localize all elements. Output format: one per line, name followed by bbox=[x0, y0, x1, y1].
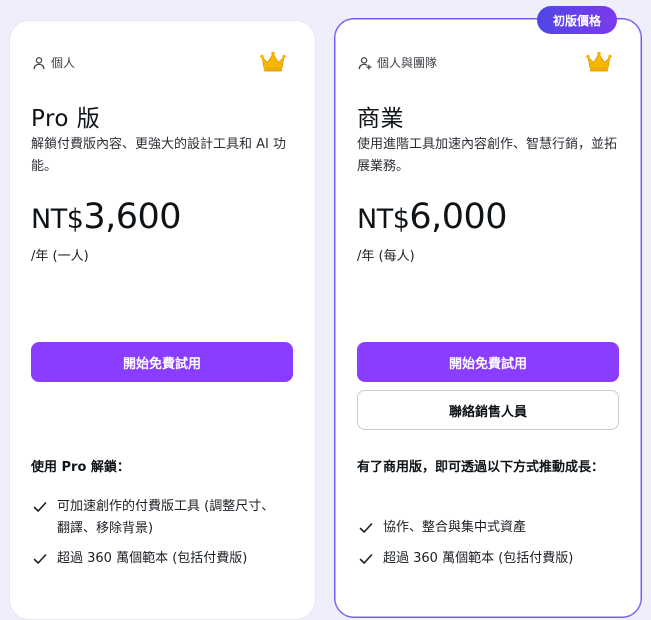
pro-price-period: /年 (一人) bbox=[31, 249, 89, 264]
business-price: NT$ 6,000 bbox=[357, 197, 508, 237]
business-feature-text: 協作、整合與集中式資產 bbox=[383, 520, 527, 535]
pro-plan-type: 個人 bbox=[32, 54, 75, 71]
check-icon bbox=[33, 502, 47, 512]
launch-price-badge: 初版價格 bbox=[537, 6, 617, 34]
business-plan-name: 商業 bbox=[357, 106, 404, 132]
business-price-period: /年 (每人) bbox=[357, 249, 415, 264]
pro-features-title: 使用 Pro 解鎖： bbox=[31, 460, 130, 475]
person-add-icon bbox=[358, 56, 372, 70]
business-plan-type-label: 個人與團隊 bbox=[377, 56, 438, 70]
business-feature-item: 協作、整合與集中式資產 bbox=[359, 517, 609, 539]
business-plan-type: 個人與團隊 bbox=[358, 54, 437, 71]
pro-feature-text: 可加速創作的付費版工具 (調整尺寸、翻譯、移除背景) bbox=[57, 499, 275, 536]
pro-plan-name: Pro 版 bbox=[31, 106, 101, 132]
business-price-amount: 6,000 bbox=[409, 197, 508, 237]
pro-price-amount: 3,600 bbox=[83, 197, 182, 237]
check-icon bbox=[359, 523, 373, 533]
pro-price-currency: NT$ bbox=[31, 204, 84, 235]
pro-feature-item: 超過 360 萬個範本 (包括付費版) bbox=[33, 548, 283, 570]
business-feature-text: 超過 360 萬個範本 (包括付費版) bbox=[383, 551, 574, 566]
check-icon bbox=[359, 554, 373, 564]
business-feature-item: 超過 360 萬個範本 (包括付費版) bbox=[359, 548, 609, 570]
business-price-currency: NT$ bbox=[357, 204, 410, 235]
pro-price: NT$ 3,600 bbox=[31, 197, 182, 237]
business-features-title: 有了商用版，即可透過以下方式推動成長： bbox=[357, 460, 605, 475]
contact-sales-button[interactable]: 聯絡銷售人員 bbox=[357, 390, 619, 430]
pro-feature-text: 超過 360 萬個範本 (包括付費版) bbox=[57, 551, 248, 566]
person-icon bbox=[33, 56, 45, 69]
pro-start-trial-button[interactable]: 開始免費試用 bbox=[31, 342, 293, 382]
crown-icon bbox=[260, 51, 286, 72]
pro-plan-type-label: 個人 bbox=[51, 56, 76, 70]
pro-feature-item: 可加速創作的付費版工具 (調整尺寸、翻譯、移除背景) bbox=[33, 496, 283, 540]
business-plan-description: 使用進階工具加速內容創作、智慧行銷，並拓展業務。 bbox=[357, 137, 618, 174]
check-icon bbox=[33, 554, 47, 564]
business-start-trial-button[interactable]: 開始免費試用 bbox=[357, 342, 619, 382]
pro-plan-description: 解鎖付費版內容、更強大的設計工具和 AI 功能。 bbox=[31, 137, 286, 174]
crown-icon bbox=[586, 51, 612, 72]
